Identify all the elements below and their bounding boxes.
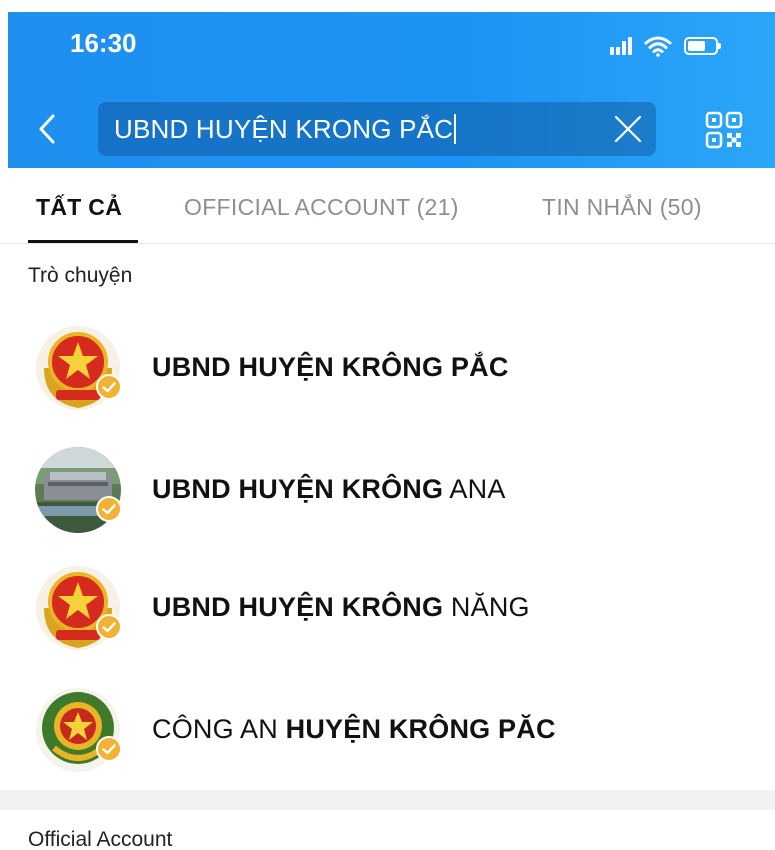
search-tabs: TẤT CẢ OFFICIAL ACCOUNT (21) TIN NHẮN (5… [0,168,775,244]
search-input[interactable]: UBND HUYỆN KRONG PẮC [98,102,656,156]
search-query: UBND HUYỆN KRONG PẮC [114,113,454,144]
list-item[interactable]: UBND HUYỆN KRÔNG PẮC [0,318,775,418]
status-time: 16:30 [70,28,137,58]
qr-scan-button[interactable] [704,110,744,150]
signal-icon [610,37,632,55]
verified-badge-icon [96,614,122,640]
contact-name: UBND HUYỆN KRÔNG ANA [152,474,506,504]
verified-badge-icon [96,374,122,400]
clear-search-button[interactable] [612,113,644,145]
section-title-chats: Trò chuyện [28,264,133,287]
contact-name: CÔNG AN HUYỆN KRÔNG PĂC [152,714,556,744]
chevron-left-icon [39,114,55,144]
status-icons [610,34,721,58]
list-item[interactable]: UBND HUYỆN KRÔNG ANA [0,440,775,540]
battery-icon [684,37,721,55]
text-caret [454,114,457,144]
back-button[interactable] [30,105,64,153]
list-item[interactable]: CÔNG AN HUYỆN KRÔNG PĂC [0,680,775,780]
verified-badge-icon [96,736,122,762]
wifi-icon [644,36,672,57]
tab-official-account[interactable]: OFFICIAL ACCOUNT (21) [184,194,459,221]
contact-name: UBND HUYỆN KRÔNG PẮC [152,352,509,382]
active-tab-indicator [28,240,138,243]
section-divider [0,790,775,810]
list-item[interactable]: UBND HUYỆN KRÔNG NĂNG [0,558,775,658]
verified-badge-icon [96,496,122,522]
qr-code-icon [705,111,743,149]
contact-name: UBND HUYỆN KRÔNG NĂNG [152,592,530,622]
tab-messages[interactable]: TIN NHẮN (50) [542,194,702,221]
close-icon [614,115,642,143]
tab-all[interactable]: TẤT CẢ [36,194,122,221]
section-title-official-account: Official Account [28,828,173,850]
